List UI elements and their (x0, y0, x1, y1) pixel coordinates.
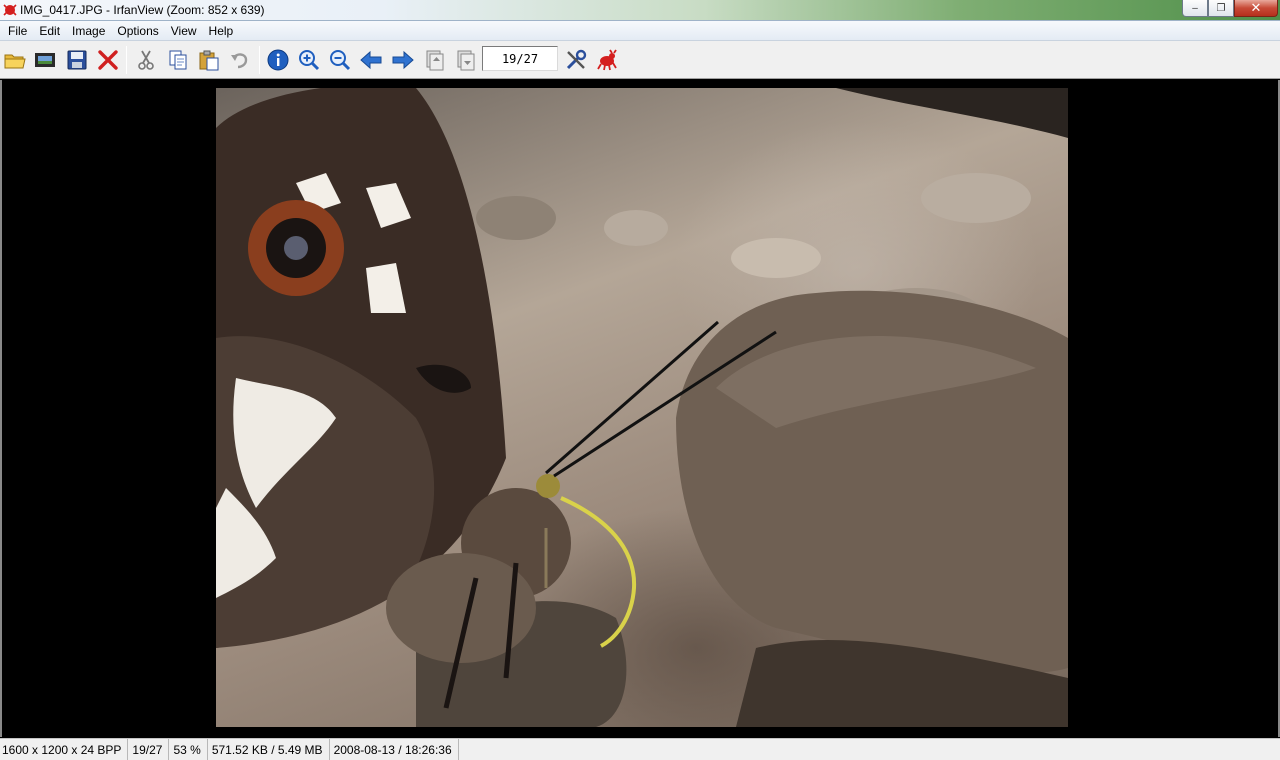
window-title: IMG_0417.JPG - IrfanView (Zoom: 852 x 63… (20, 3, 265, 17)
undo-icon[interactable] (227, 47, 253, 73)
menu-view[interactable]: View (165, 22, 203, 40)
zoom-in-icon[interactable] (296, 47, 322, 73)
toolbar: 19/27 (0, 41, 1280, 79)
zoom-out-icon[interactable] (327, 47, 353, 73)
menu-help[interactable]: Help (203, 22, 240, 40)
last-page-icon[interactable] (452, 47, 478, 73)
menu-image[interactable]: Image (66, 22, 111, 40)
status-filesize: 571.52 KB / 5.49 MB (208, 738, 330, 760)
toolbar-separator (259, 46, 260, 74)
open-folder-icon[interactable] (2, 47, 28, 73)
slideshow-icon[interactable] (32, 47, 58, 73)
window-controls: – ❐ ✕ (1182, 0, 1278, 19)
irfanview-logo-icon[interactable] (594, 47, 620, 73)
previous-icon[interactable] (358, 47, 384, 73)
first-page-icon[interactable] (421, 47, 447, 73)
menu-bar: File Edit Image Options View Help (0, 21, 1280, 41)
status-zoom: 53 % (169, 738, 208, 760)
image-canvas[interactable] (0, 80, 1280, 737)
irfanview-app-icon[interactable] (2, 2, 18, 18)
status-dimensions: 1600 x 1200 x 24 BPP (0, 738, 129, 760)
close-button[interactable]: ✕ (1234, 0, 1278, 17)
save-icon[interactable] (64, 47, 90, 73)
status-index: 19/27 (128, 738, 170, 760)
menu-file[interactable]: File (2, 22, 33, 40)
status-bar: 1600 x 1200 x 24 BPP 19/27 53 % 571.52 K… (0, 738, 1280, 760)
minimize-button[interactable]: – (1182, 0, 1208, 17)
info-icon[interactable] (265, 47, 291, 73)
photo-display[interactable] (216, 88, 1068, 727)
delete-icon[interactable] (95, 47, 121, 73)
butterfly-photo (216, 88, 1068, 727)
paste-icon[interactable] (196, 47, 222, 73)
maximize-button[interactable]: ❐ (1208, 0, 1234, 17)
settings-icon[interactable] (563, 47, 589, 73)
status-datetime: 2008-08-13 / 18:26:36 (330, 738, 459, 760)
cut-icon[interactable] (133, 47, 159, 73)
page-indicator[interactable]: 19/27 (482, 46, 558, 71)
next-icon[interactable] (390, 47, 416, 73)
title-bar[interactable]: IMG_0417.JPG - IrfanView (Zoom: 852 x 63… (0, 0, 1280, 21)
copy-icon[interactable] (165, 47, 191, 73)
menu-options[interactable]: Options (111, 22, 164, 40)
menu-edit[interactable]: Edit (33, 22, 66, 40)
toolbar-separator (126, 46, 127, 74)
